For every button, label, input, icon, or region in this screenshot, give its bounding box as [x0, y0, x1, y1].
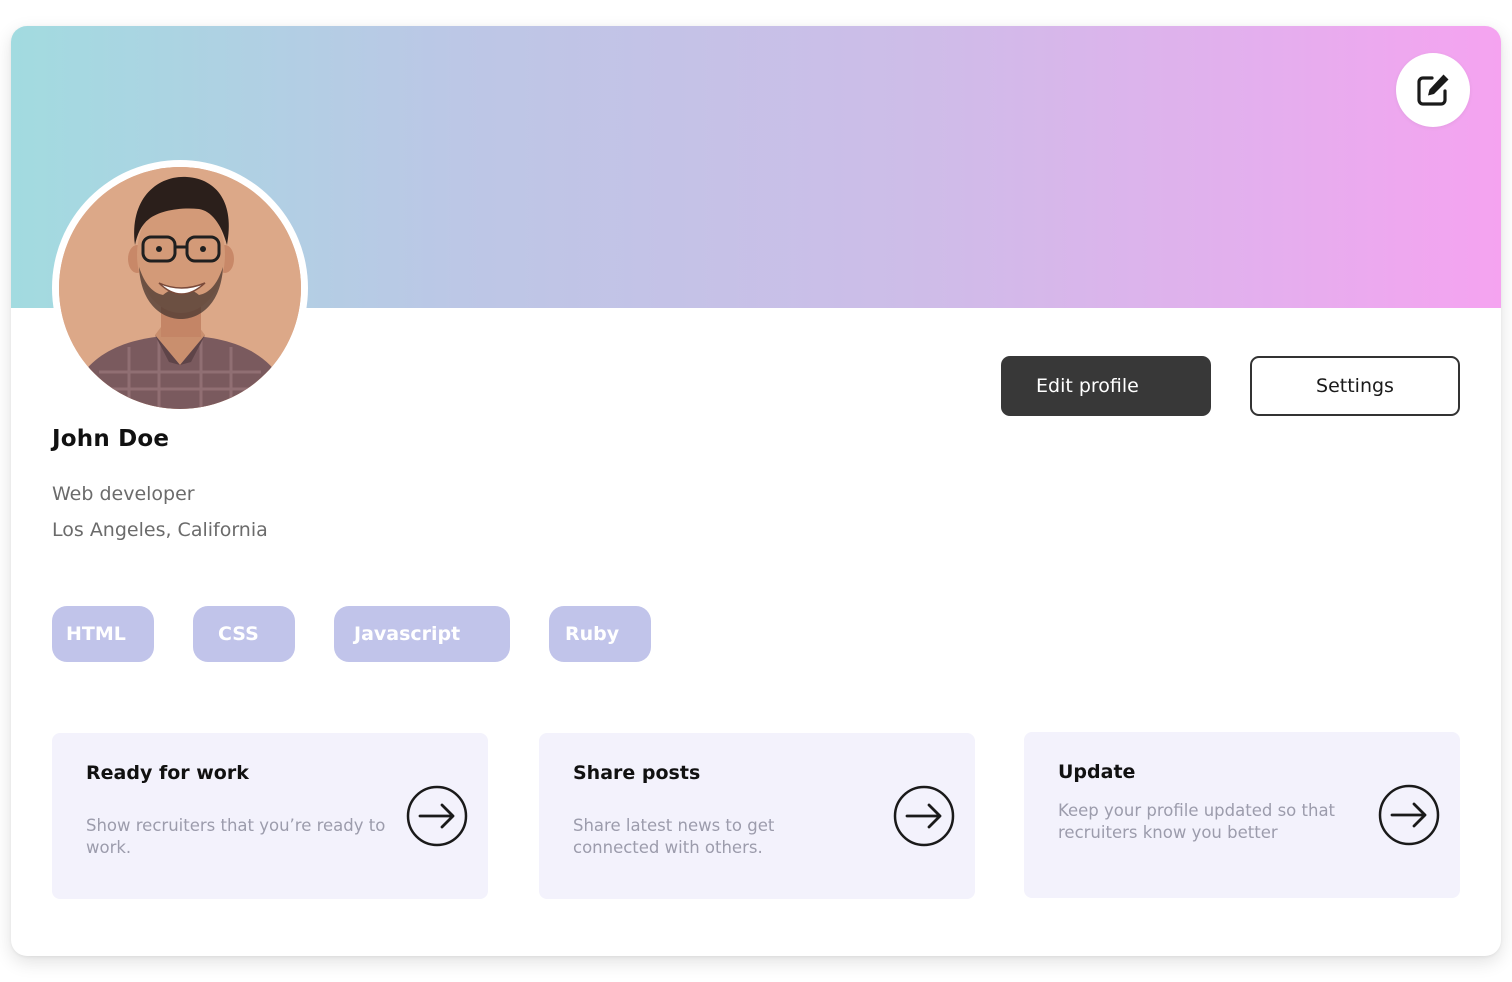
feature-card-share-posts[interactable]: Share posts Share latest news to get con… [539, 733, 975, 899]
skill-tag-javascript[interactable]: Javascript [334, 606, 510, 662]
edit-profile-button[interactable]: Edit profile [1001, 356, 1211, 416]
avatar[interactable] [59, 167, 301, 409]
profile-card: John Doe Web developer Los Angeles, Cali… [11, 26, 1501, 956]
arrow-right-circle-icon[interactable] [406, 785, 468, 847]
user-photo [59, 167, 301, 409]
arrow-right-circle-icon[interactable] [1378, 784, 1440, 846]
edit-banner-button[interactable] [1396, 53, 1470, 127]
profile-location: Los Angeles, California [52, 519, 268, 541]
feature-description: Share latest news to get connected with … [573, 816, 775, 857]
feature-title: Update [1058, 761, 1136, 783]
pencil-square-icon [1417, 74, 1449, 106]
feature-card-ready-for-work[interactable]: Ready for work Show recruiters that you’… [52, 733, 488, 899]
arrow-right-circle-icon[interactable] [893, 785, 955, 847]
settings-button[interactable]: Settings [1250, 356, 1460, 416]
skill-tag-html[interactable]: HTML [52, 606, 154, 662]
profile-name: John Doe [52, 426, 170, 452]
feature-title: Ready for work [86, 762, 249, 784]
skill-tag-ruby[interactable]: Ruby [549, 606, 651, 662]
feature-card-update[interactable]: Update Keep your profile updated so that… [1024, 732, 1460, 898]
skill-tag-css[interactable]: CSS [193, 606, 295, 662]
profile-role: Web developer [52, 483, 195, 505]
feature-description: Show recruiters that you’re ready to wor… [86, 816, 386, 857]
feature-description: Keep your profile updated so that recrui… [1058, 801, 1336, 842]
feature-title: Share posts [573, 762, 701, 784]
